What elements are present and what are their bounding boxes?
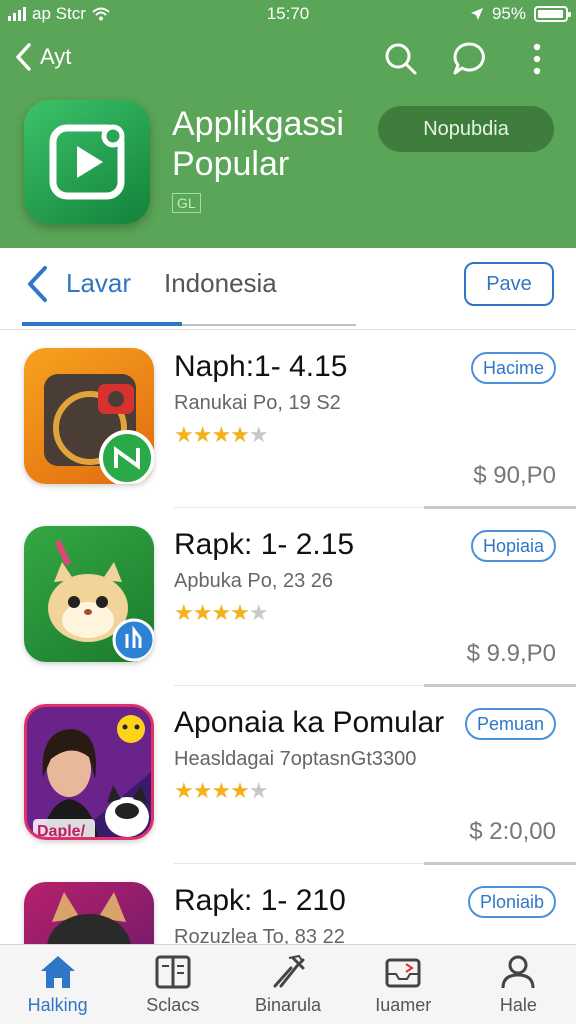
back-label: Ayt <box>40 44 72 69</box>
item-name: Aponaia ka Pomular <box>174 706 445 739</box>
list-item[interactable]: Rapk: 1- 2.15 Apbuka Po, 23 26 ★★★★★ Hop… <box>0 508 576 687</box>
back-button[interactable]: Ayt <box>14 42 71 72</box>
tabs-row: Lavar Indonesia Pave <box>0 248 576 330</box>
chevron-left-icon <box>28 266 47 302</box>
game-icon-text: Daple/ <box>37 823 86 840</box>
star-rating: ★★★★★ <box>174 600 269 625</box>
search-icon[interactable] <box>382 40 420 78</box>
nav-label: Binarula <box>254 995 322 1015</box>
chat-bubble-icon[interactable] <box>450 40 488 78</box>
popular-button[interactable]: Nopubdia <box>378 106 554 152</box>
item-badge[interactable]: Pemuan <box>464 708 556 740</box>
item-badge[interactable]: Ploniaib <box>467 886 556 918</box>
item-subtitle: Heasldagai 7optasnGt3300 <box>174 748 417 770</box>
nav-hale[interactable]: Hale <box>461 945 576 1024</box>
nav-label: Hale <box>499 995 537 1015</box>
person-icon <box>499 953 537 991</box>
tab-track <box>182 324 356 326</box>
tab-indicator <box>22 322 182 326</box>
star-rating: ★★★★★ <box>174 778 269 803</box>
star-rating: ★★★★★ <box>174 422 269 447</box>
app-title: Applikgassi Popular <box>172 105 344 183</box>
item-price: $ 2:0,00 <box>469 818 556 845</box>
hamster-app-icon[interactable] <box>24 526 154 662</box>
app-header: ap Stcr 15:70 95% Ayt Applikgassi Popula… <box>0 0 576 248</box>
game-app-icon[interactable]: Daple/ <box>24 704 154 840</box>
item-badge[interactable]: Hopiaia <box>470 530 556 562</box>
camera-app-icon[interactable] <box>24 348 154 484</box>
status-bar: ap Stcr 15:70 95% <box>0 0 576 28</box>
item-name: Rapk: 1- 2.15 <box>174 528 355 561</box>
home-icon <box>39 953 77 991</box>
tools-icon <box>269 953 307 991</box>
nav-home[interactable]: Halking <box>0 945 115 1024</box>
nav-label: Sclacs <box>146 995 200 1015</box>
tray-icon <box>384 953 422 991</box>
item-price: $ 90,P0 <box>473 462 556 489</box>
nav-iuamer[interactable]: Iuamer <box>346 945 461 1024</box>
nav-sclacs[interactable]: Sclacs <box>115 945 230 1024</box>
list-item[interactable]: Naph:1- 4.15 Ranukai Po, 19 S2 ★★★★★ Hac… <box>0 330 576 509</box>
location-icon <box>470 8 483 20</box>
item-badge[interactable]: Hacime <box>470 352 556 384</box>
tab-indonesia[interactable]: Indonesia <box>164 268 277 299</box>
list-item[interactable]: Daple/ Aponaia ka Pomular Heasldagai 7op… <box>0 686 576 865</box>
item-name: Rapk: 1- 210 <box>174 884 346 917</box>
nav-binarula[interactable]: Binarula <box>230 945 345 1024</box>
item-subtitle: Apbuka Po, 23 26 <box>174 570 334 592</box>
nav-bar: Ayt <box>0 38 576 84</box>
app-icon <box>24 100 150 224</box>
app-tag: GL <box>172 193 201 213</box>
item-price: $ 9.9,P0 <box>466 640 556 667</box>
video-play-icon <box>49 124 125 200</box>
battery-icon <box>534 6 571 22</box>
save-button[interactable]: Pave <box>464 262 554 306</box>
tab-lavar[interactable]: Lavar <box>66 268 131 299</box>
bottom-nav: Halking Sclacs Binarula Iuamer Hale <box>0 944 576 1024</box>
item-subtitle: Ranukai Po, 19 S2 <box>174 392 341 414</box>
tab-back-button[interactable] <box>24 264 50 309</box>
chevron-left-icon <box>16 43 31 71</box>
battery-percent: 95% <box>491 4 526 23</box>
item-name: Naph:1- 4.15 <box>174 350 348 383</box>
nav-label: Halking <box>27 995 88 1015</box>
more-vertical-icon[interactable] <box>518 40 556 78</box>
book-icon <box>154 953 192 991</box>
nav-label: Iuamer <box>375 995 432 1015</box>
